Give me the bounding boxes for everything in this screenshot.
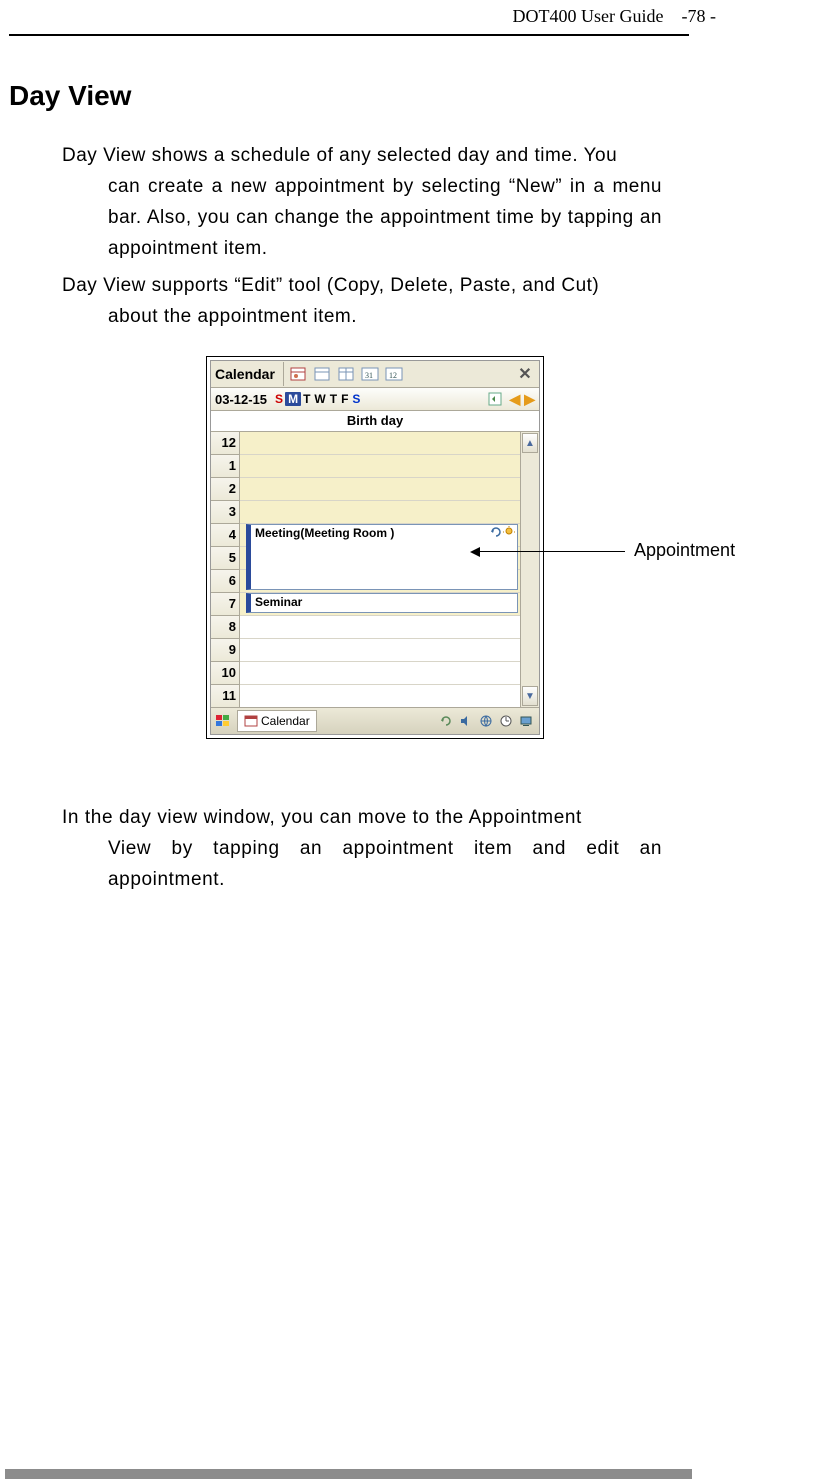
svg-text:12: 12 xyxy=(389,371,397,380)
goto-today-icon[interactable] xyxy=(484,389,506,409)
slot[interactable] xyxy=(240,639,520,662)
hour-8: 8 xyxy=(211,616,239,639)
week-view-icon[interactable] xyxy=(335,364,357,384)
hour-10: 10 xyxy=(211,662,239,685)
page-header: DOT400 User Guide -78 - xyxy=(0,0,831,36)
tray-volume-icon[interactable] xyxy=(457,712,475,730)
slot[interactable] xyxy=(240,685,520,707)
start-icon[interactable] xyxy=(213,712,233,730)
section-title: Day View xyxy=(9,80,131,112)
dow-sun[interactable]: S xyxy=(273,392,285,406)
para1-body: can create a new appointment by selectin… xyxy=(62,171,662,264)
taskbar: Calendar xyxy=(211,708,539,734)
appointment-text: Meeting(Meeting Room ) xyxy=(255,526,394,540)
scrollbar[interactable]: ▲ ▼ xyxy=(520,432,539,707)
hour-6: 6 xyxy=(211,570,239,593)
hour-11: 11 xyxy=(211,685,239,707)
agenda-view-icon[interactable] xyxy=(287,364,309,384)
para3-lead: In the day view window, you can move to … xyxy=(62,807,582,828)
next-arrow-icon[interactable]: ▶ xyxy=(522,391,537,408)
page-number: -78 - xyxy=(682,6,717,26)
slot[interactable] xyxy=(240,662,520,685)
date-bar: 03-12-15 S M T W T F S ◀ ▶ xyxy=(211,388,539,411)
events-column[interactable]: Meeting(Meeting Room ) Seminar xyxy=(240,432,520,707)
allday-event[interactable]: Birth day xyxy=(211,411,539,432)
close-icon[interactable]: ✕ xyxy=(515,364,535,384)
footer-bar xyxy=(5,1469,692,1479)
date-label[interactable]: 03-12-15 xyxy=(211,392,273,407)
dow-sat[interactable]: S xyxy=(350,392,362,406)
calendar-screenshot: Calendar 31 12 ✕ 03-12-15 S M T xyxy=(206,356,544,739)
title-bar: Calendar 31 12 ✕ xyxy=(211,361,539,388)
svg-text:31: 31 xyxy=(365,371,373,380)
paragraph-3: In the day view window, you can move to … xyxy=(62,802,662,895)
para1-lead: Day View shows a schedule of any selecte… xyxy=(62,145,617,166)
scroll-up-icon[interactable]: ▲ xyxy=(522,433,538,453)
reminder-icon xyxy=(503,526,515,541)
dow-tue[interactable]: T xyxy=(301,392,312,406)
appointment-text: Seminar xyxy=(255,595,302,609)
para2-body: about the appointment item. xyxy=(62,301,662,332)
hour-1: 1 xyxy=(211,455,239,478)
slot[interactable] xyxy=(240,478,520,501)
schedule-grid: 12 1 2 3 4 5 6 7 8 9 10 11 xyxy=(211,432,539,708)
slot[interactable] xyxy=(240,455,520,478)
appointment-meeting[interactable]: Meeting(Meeting Room ) xyxy=(246,524,518,590)
paragraph-1: Day View shows a schedule of any selecte… xyxy=(62,140,662,264)
tray-desktop-icon[interactable] xyxy=(517,712,535,730)
hour-5: 5 xyxy=(211,547,239,570)
hour-9: 9 xyxy=(211,639,239,662)
slot[interactable] xyxy=(240,501,520,524)
guide-title: DOT400 User Guide xyxy=(513,6,664,26)
para3-body: View by tapping an appointment item and … xyxy=(62,833,662,895)
hour-4: 4 xyxy=(211,524,239,547)
hour-3: 3 xyxy=(211,501,239,524)
hours-column: 12 1 2 3 4 5 6 7 8 9 10 11 xyxy=(211,432,240,707)
header-rule xyxy=(9,34,689,36)
slot[interactable] xyxy=(240,616,520,639)
appointment-seminar[interactable]: Seminar xyxy=(246,593,518,613)
day-view-icon[interactable] xyxy=(311,364,333,384)
dow-fri[interactable]: F xyxy=(339,392,350,406)
month-31-icon[interactable]: 31 xyxy=(359,364,381,384)
dow-wed[interactable]: W xyxy=(312,392,327,406)
tray-network-icon[interactable] xyxy=(477,712,495,730)
app-title: Calendar xyxy=(211,366,281,382)
scroll-track[interactable] xyxy=(521,454,539,685)
paragraph-2: Day View supports “Edit” tool (Copy, Del… xyxy=(62,270,662,332)
taskbar-label: Calendar xyxy=(261,714,310,728)
month-12-icon[interactable]: 12 xyxy=(383,364,405,384)
scroll-down-icon[interactable]: ▼ xyxy=(522,686,538,706)
slot[interactable] xyxy=(240,432,520,455)
para2-lead: Day View supports “Edit” tool (Copy, Del… xyxy=(62,275,599,296)
hour-7: 7 xyxy=(211,593,239,616)
tray-sync-icon[interactable] xyxy=(437,712,455,730)
tray-clock-icon[interactable] xyxy=(497,712,515,730)
taskbar-app-button[interactable]: Calendar xyxy=(237,710,317,732)
callout-line xyxy=(475,551,625,552)
callout-label: Appointment xyxy=(634,540,735,561)
recurrence-icon xyxy=(490,526,502,541)
callout-arrowhead xyxy=(470,547,480,557)
dow-thu[interactable]: T xyxy=(328,392,339,406)
hour-12: 12 xyxy=(211,432,239,455)
prev-arrow-icon[interactable]: ◀ xyxy=(507,391,522,408)
hour-2: 2 xyxy=(211,478,239,501)
dow-mon[interactable]: M xyxy=(285,392,301,406)
